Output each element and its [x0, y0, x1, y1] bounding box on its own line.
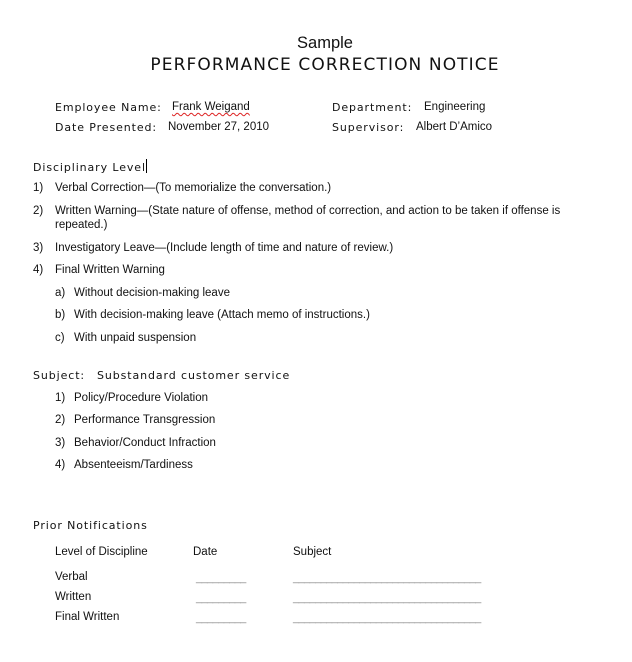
disciplinary-subitem-letter: b): [55, 309, 66, 321]
subject-value[interactable]: Substandard customer service: [97, 369, 290, 382]
disciplinary-item-num: 3): [33, 242, 44, 254]
row-level: Written: [55, 591, 92, 603]
disciplinary-level-text: Disciplinary Level: [33, 161, 146, 174]
disciplinary-item-text-cont: repeated.): [55, 219, 108, 231]
text-cursor: [145, 159, 147, 173]
subject-label: Subject:: [33, 369, 86, 382]
row-subject-blank[interactable]: __________________________________: [293, 592, 481, 604]
disciplinary-item-text: Verbal Correction—(To memorialize the co…: [55, 182, 332, 194]
department-label: Department:: [332, 101, 413, 114]
employee-name-value[interactable]: Frank Weigand: [172, 101, 250, 113]
disciplinary-item-text: Final Written Warning: [55, 264, 165, 276]
disciplinary-subitem-letter: a): [55, 287, 66, 299]
row-level: Final Written: [55, 611, 120, 623]
disciplinary-item-num: 4): [33, 264, 44, 276]
subject-item-num: 2): [55, 414, 66, 426]
row-date-blank[interactable]: _________: [196, 592, 246, 604]
disciplinary-item-num: 2): [33, 205, 44, 217]
row-subject-blank[interactable]: __________________________________: [293, 612, 481, 624]
supervisor-value[interactable]: Albert D’Amico: [416, 121, 492, 133]
row-date-blank[interactable]: _________: [196, 572, 246, 584]
date-presented-value[interactable]: November 27, 2010: [168, 121, 269, 133]
subject-item-num: 4): [55, 459, 66, 471]
date-presented-label: Date Presented:: [55, 121, 158, 134]
subject-item-text: Performance Transgression: [74, 414, 216, 426]
disciplinary-subitem-letter: c): [55, 332, 65, 344]
subject-item-text: Policy/Procedure Violation: [74, 392, 209, 404]
row-date-blank[interactable]: _________: [196, 612, 246, 624]
subject-item-num: 3): [55, 437, 66, 449]
disciplinary-subitem-text: With decision-making leave (Attach memo …: [74, 309, 370, 321]
column-header-level: Level of Discipline: [55, 546, 148, 558]
subject-item-num: 1): [55, 392, 66, 404]
row-level: Verbal: [55, 571, 88, 583]
disciplinary-item-text: Written Warning—(State nature of offense…: [55, 205, 561, 217]
column-header-date: Date: [193, 546, 218, 558]
column-header-subject: Subject: [293, 546, 332, 558]
employee-name-text: Frank Weigand: [172, 101, 250, 113]
subject-item-text: Behavior/Conduct Infraction: [74, 437, 216, 449]
disciplinary-level-heading[interactable]: Disciplinary Level: [33, 159, 147, 174]
document-title: PERFORMANCE CORRECTION NOTICE: [150, 55, 500, 75]
supervisor-label: Supervisor:: [332, 121, 405, 134]
sample-label: Sample: [297, 34, 353, 52]
row-subject-blank[interactable]: __________________________________: [293, 572, 481, 584]
disciplinary-subitem-text: Without decision-making leave: [74, 287, 230, 299]
department-value[interactable]: Engineering: [424, 101, 485, 113]
disciplinary-subitem-text: With unpaid suspension: [74, 332, 197, 344]
subject-item-text: Absenteeism/Tardiness: [74, 459, 193, 471]
employee-name-label: Employee Name:: [55, 101, 162, 114]
prior-notifications-heading: Prior Notifications: [33, 519, 148, 532]
disciplinary-item-text: Investigatory Leave—(Include length of t…: [55, 242, 394, 254]
disciplinary-item-num: 1): [33, 182, 44, 194]
